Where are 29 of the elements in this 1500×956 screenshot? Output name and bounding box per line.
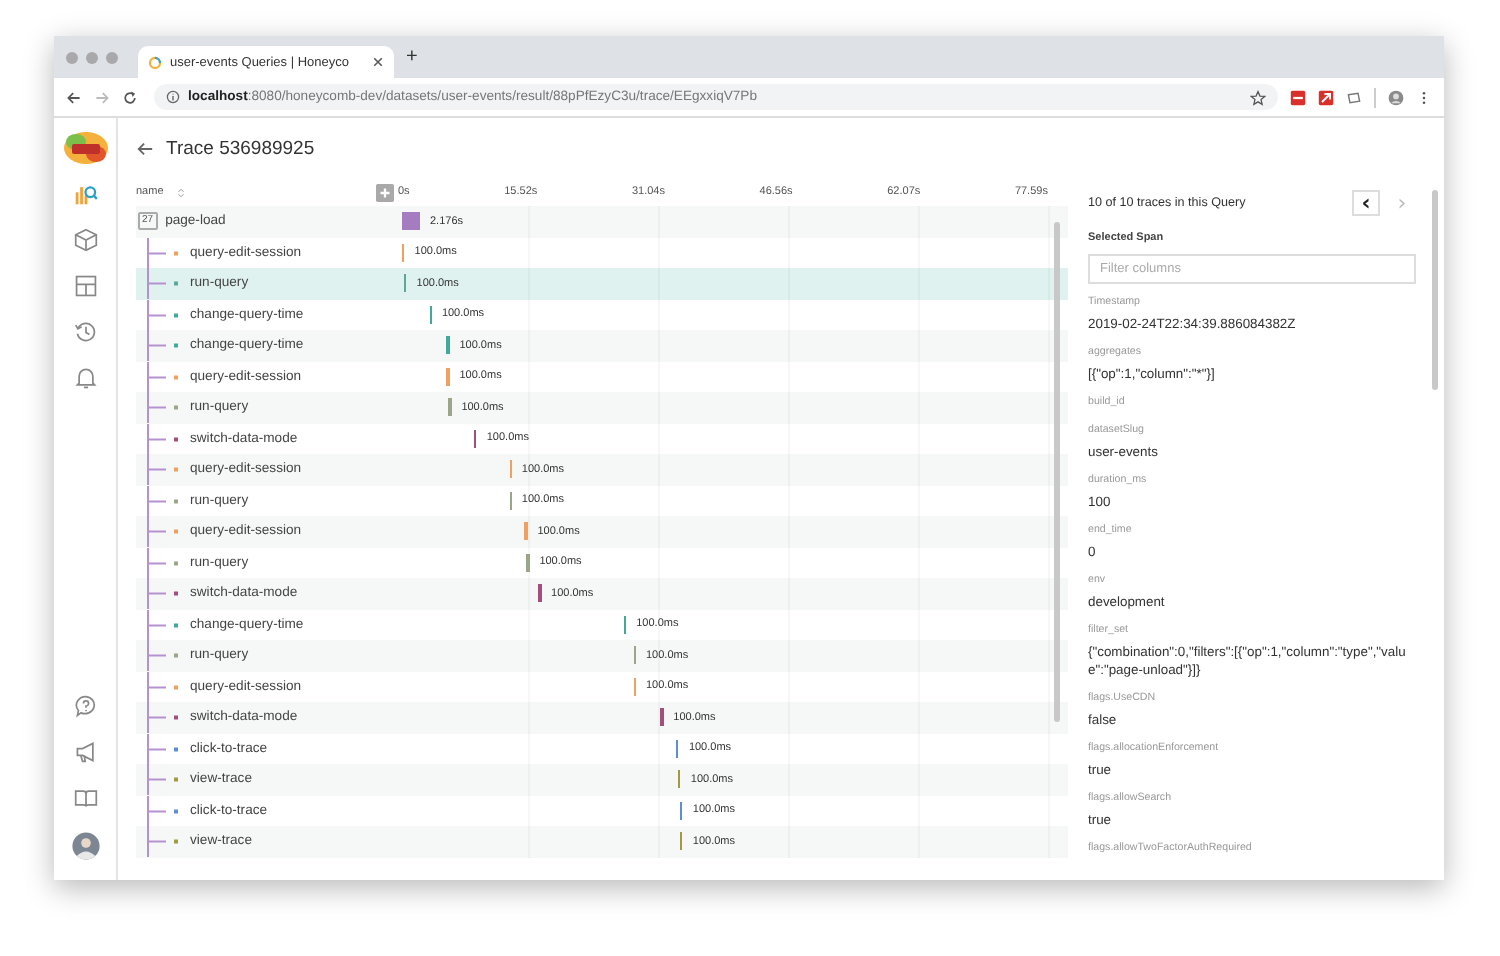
scrollbar[interactable] xyxy=(1054,222,1060,722)
star-icon[interactable] xyxy=(1250,89,1266,105)
layout-icon[interactable] xyxy=(73,274,97,298)
reload-icon[interactable] xyxy=(122,89,138,105)
logo-icon[interactable] xyxy=(61,130,109,166)
forward-icon[interactable] xyxy=(94,89,110,105)
new-tab-button[interactable]: + xyxy=(406,47,418,67)
bell-icon[interactable] xyxy=(73,366,97,390)
megaphone-icon[interactable] xyxy=(73,740,97,764)
back-icon[interactable] xyxy=(66,89,82,105)
extension-icon[interactable] xyxy=(1290,89,1306,105)
extension-icon[interactable] xyxy=(1346,89,1362,105)
expand-button[interactable] xyxy=(376,183,394,201)
cube-icon[interactable] xyxy=(73,228,97,252)
trace-title: Trace 536989925 xyxy=(166,137,315,159)
query-icon[interactable] xyxy=(73,182,97,206)
history-icon[interactable] xyxy=(73,320,97,344)
previous-button[interactable]: ‹ xyxy=(1352,190,1380,216)
book-icon[interactable] xyxy=(73,786,97,810)
span-bar[interactable] xyxy=(402,212,420,231)
avatar-icon[interactable] xyxy=(71,832,99,860)
close-icon[interactable] xyxy=(372,56,384,68)
sort-icon[interactable] xyxy=(175,187,186,197)
info-icon[interactable] xyxy=(166,90,180,104)
help-icon[interactable] xyxy=(73,694,97,718)
scrollbar[interactable] xyxy=(1432,190,1438,390)
favicon-icon xyxy=(148,55,162,69)
back-arrow-icon[interactable] xyxy=(136,139,154,157)
avatar-icon[interactable] xyxy=(1388,89,1404,105)
